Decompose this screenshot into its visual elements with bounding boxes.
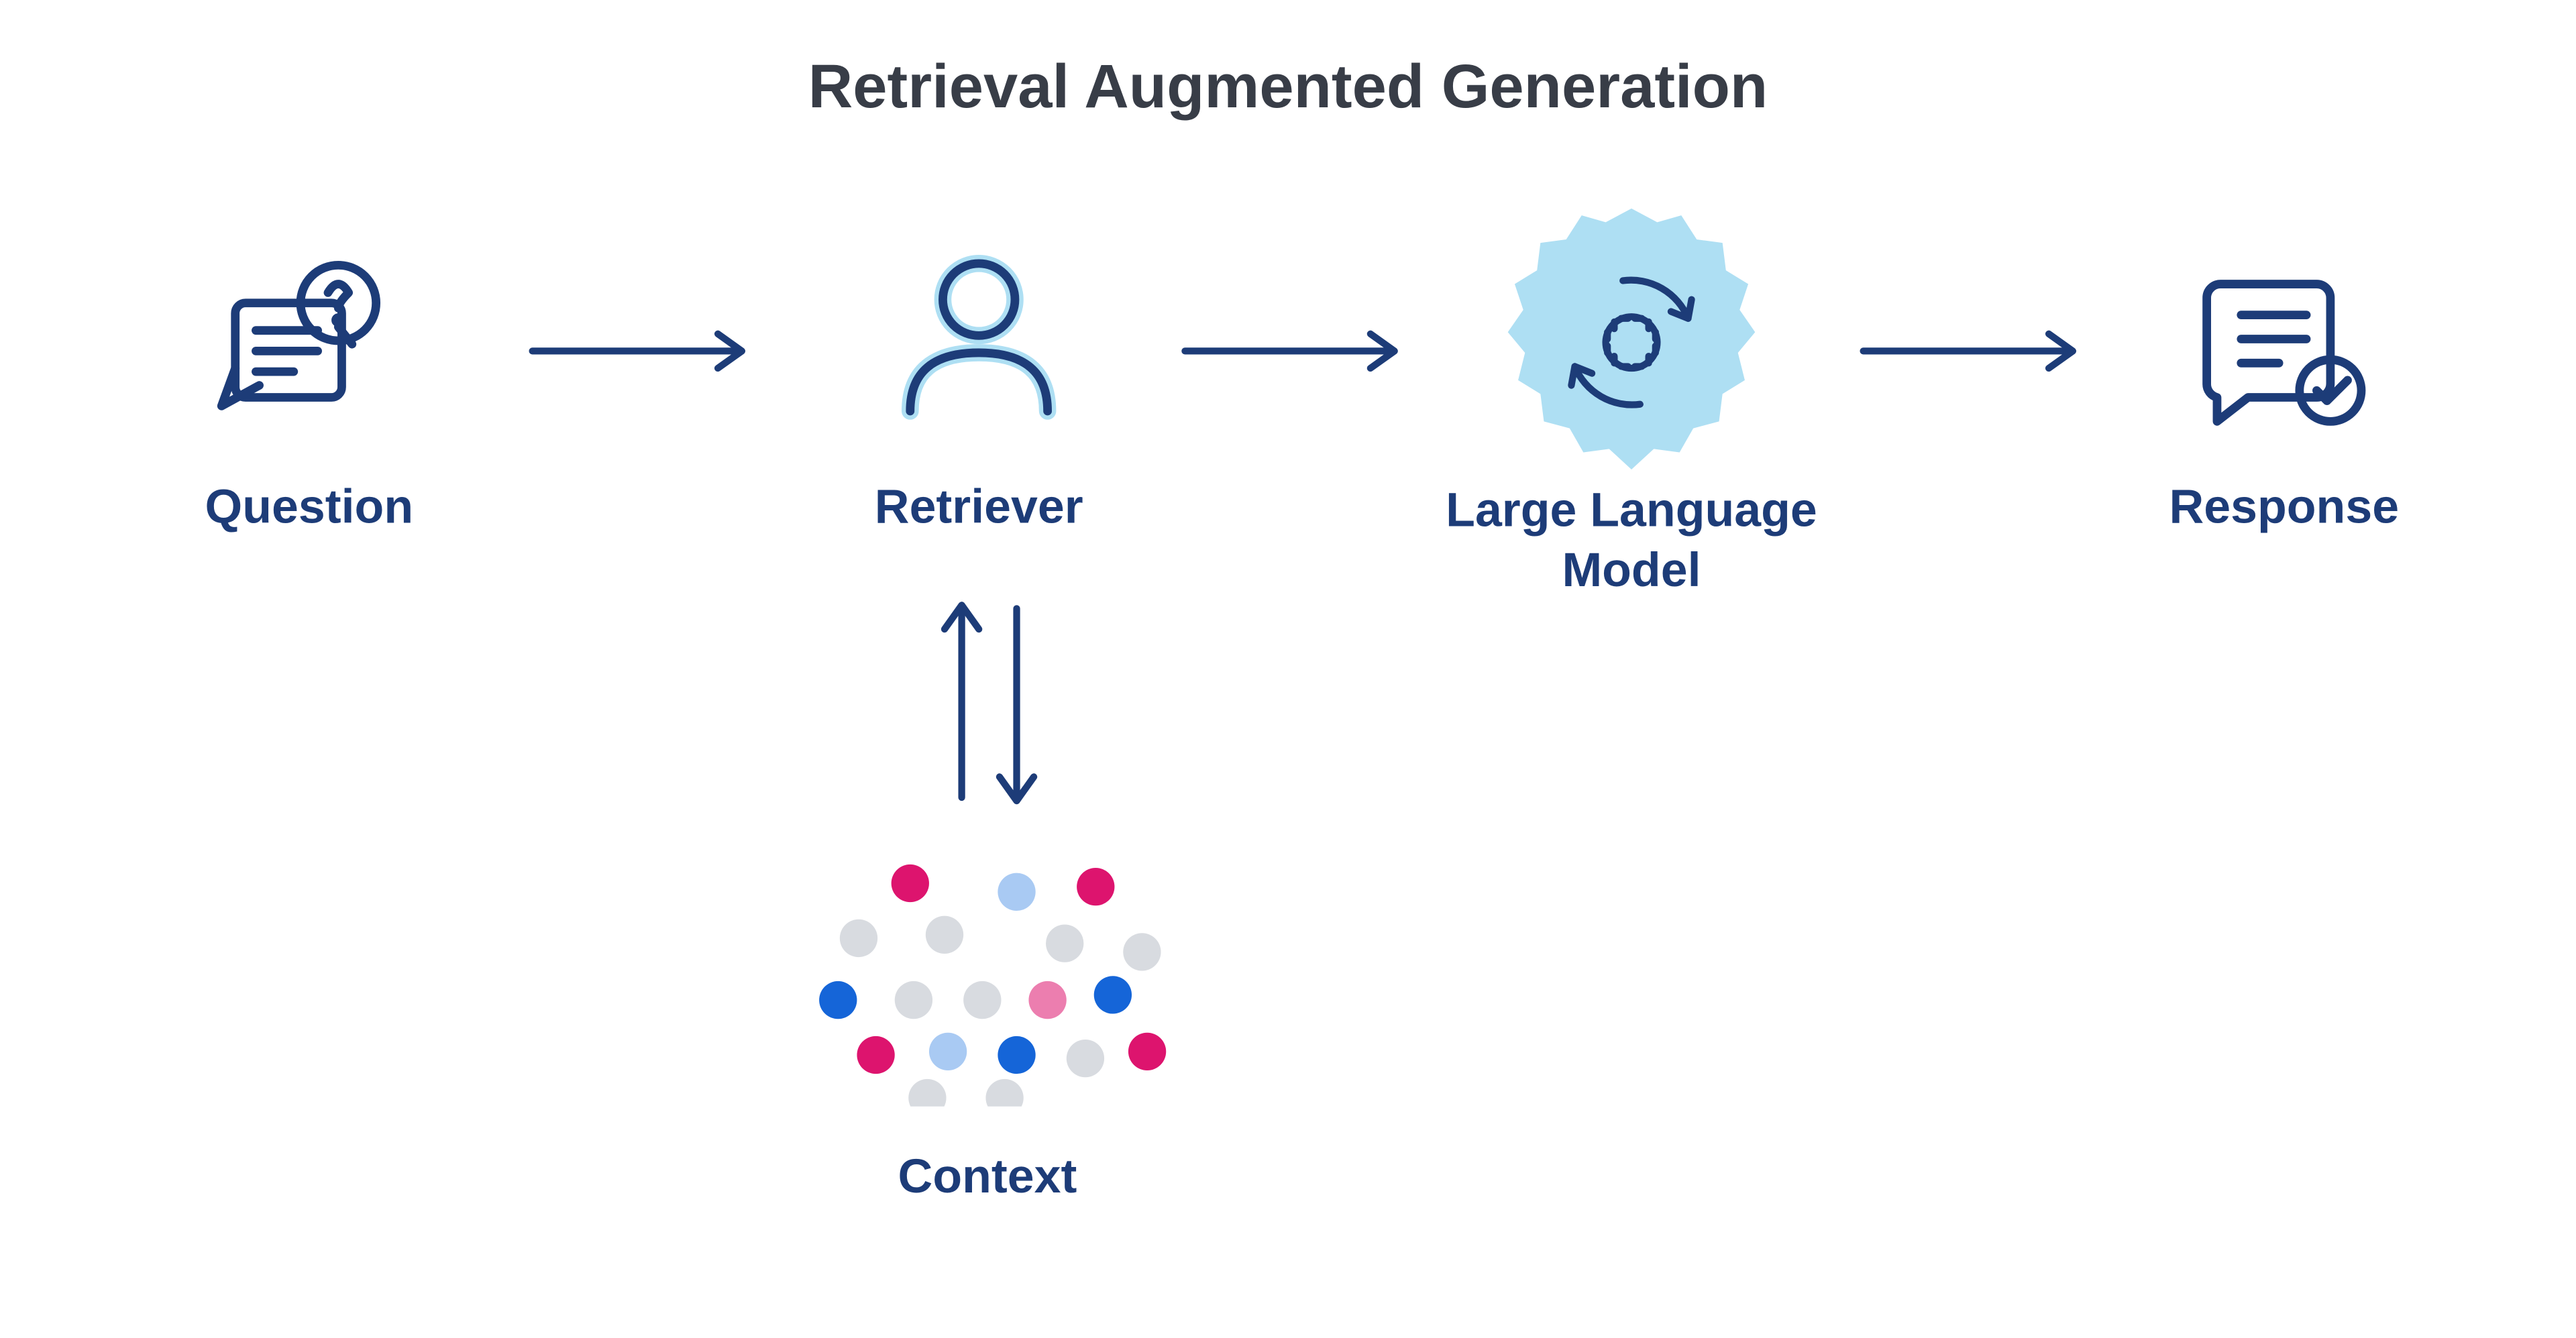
retriever-label: Retriever <box>841 480 1116 535</box>
arrow-right-icon <box>1168 317 1426 394</box>
retriever-icon <box>876 239 1082 454</box>
context-icon <box>807 849 1168 1115</box>
arrow-updown-icon <box>910 574 1065 840</box>
llm-icon <box>1485 197 1777 497</box>
rag-diagram: Retrieval Augmented Generation Question <box>0 0 2576 1338</box>
response-icon <box>2190 257 2379 454</box>
arrow-right-icon <box>1846 317 2104 394</box>
question-icon <box>215 248 404 445</box>
llm-label: Large Language Model <box>1426 480 1837 600</box>
context-label: Context <box>859 1150 1116 1205</box>
diagram-title: Retrieval Augmented Generation <box>0 50 2576 123</box>
question-label: Question <box>172 480 447 535</box>
arrow-right-icon <box>515 317 773 394</box>
response-label: Response <box>2147 480 2422 535</box>
